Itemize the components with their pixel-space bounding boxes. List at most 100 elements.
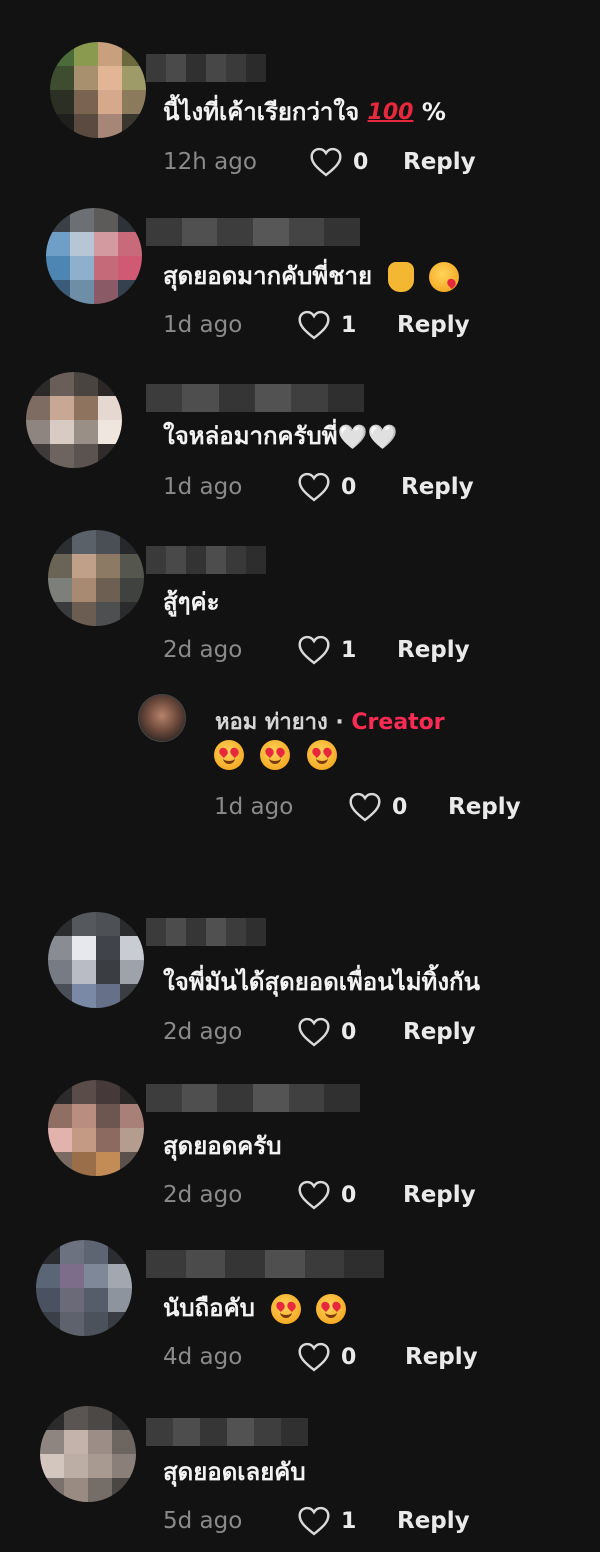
name-blur-block: [344, 1250, 385, 1278]
avatar-pixel: [96, 960, 120, 984]
avatar-pixel: [120, 960, 144, 984]
avatar-pixel: [48, 1128, 72, 1152]
avatar-pixel: [50, 90, 74, 114]
timestamp: 2d ago: [163, 637, 243, 663]
avatar-pixel: [72, 530, 96, 554]
reply-button[interactable]: Reply: [397, 1508, 470, 1534]
reply-button[interactable]: Reply: [448, 794, 521, 820]
avatar[interactable]: [26, 372, 122, 468]
heart-icon[interactable]: [297, 1342, 331, 1372]
name-blur-block: [206, 546, 226, 574]
reply-button[interactable]: Reply: [403, 1019, 476, 1045]
avatar-pixel: [96, 1080, 120, 1104]
name-blur-block: [181, 218, 218, 246]
avatar-pixel: [70, 256, 94, 280]
like-button[interactable]: 0: [309, 147, 409, 177]
creator-name[interactable]: หอม ท่ายาง: [215, 710, 328, 735]
reply-button[interactable]: Reply: [397, 312, 470, 338]
name-blur-block: [206, 918, 226, 946]
username-blurred[interactable]: [146, 918, 266, 946]
reply-button[interactable]: Reply: [403, 1182, 476, 1208]
avatar-pixel: [98, 444, 122, 468]
avatar-pixel: [40, 1430, 64, 1454]
username-blurred[interactable]: [146, 218, 361, 246]
heart-icon[interactable]: [297, 1506, 331, 1536]
avatar[interactable]: [48, 1080, 144, 1176]
like-count: 1: [341, 312, 357, 338]
like-button[interactable]: 1: [297, 310, 397, 340]
comment-text-body: นับถือคับ: [163, 1294, 255, 1322]
reply-button[interactable]: Reply: [401, 474, 474, 500]
percent-suffix: %: [421, 98, 446, 126]
like-count: 0: [341, 1019, 357, 1045]
avatar[interactable]: [40, 1406, 136, 1502]
avatar-pixel: [72, 1080, 96, 1104]
name-blur-block: [182, 384, 219, 412]
avatar-pixel: [72, 936, 96, 960]
comment-text: ใจหล่อมากครับพี่🤍🤍: [163, 420, 397, 453]
avatar-pixel: [84, 1288, 108, 1312]
name-blur-block: [146, 546, 166, 574]
heart-icon[interactable]: [297, 310, 331, 340]
avatar[interactable]: [46, 208, 142, 304]
reply-button[interactable]: Reply: [397, 637, 470, 663]
comment-meta: 5d ago 1 Reply: [163, 1504, 470, 1538]
username-blurred[interactable]: [146, 384, 364, 412]
heart-icon[interactable]: [297, 635, 331, 665]
like-button[interactable]: 0: [297, 1017, 397, 1047]
name-blur-block: [254, 384, 292, 412]
name-blur-block: [217, 218, 254, 246]
heart-icon[interactable]: [297, 1017, 331, 1047]
avatar-pixel: [46, 208, 70, 232]
like-count: 0: [341, 1182, 357, 1208]
avatar-pixel: [60, 1312, 84, 1336]
username-blurred[interactable]: [146, 1084, 361, 1112]
name-blur-block: [281, 1418, 308, 1446]
like-button[interactable]: 0: [297, 1342, 397, 1372]
avatar-pixel: [72, 554, 96, 578]
comment-text-body: ใจพี่มันได้สุดยอดเพื่อนไม่ทิ้งกัน: [163, 968, 480, 996]
name-blur-block: [265, 1250, 305, 1278]
reply-button[interactable]: Reply: [403, 149, 476, 175]
comment-meta: 2d ago 1 Reply: [163, 633, 470, 667]
heart-icon[interactable]: [297, 472, 331, 502]
creator-name-line: หอม ท่ายาง · Creator: [215, 704, 445, 739]
avatar-pixel: [108, 1264, 132, 1288]
like-button[interactable]: 0: [297, 472, 397, 502]
comment-text: นี้ไงที่เค้าเรียกว่าใจ 100 %: [163, 96, 446, 129]
name-blur-block: [166, 54, 186, 82]
username-blurred[interactable]: [146, 546, 266, 574]
avatar-pixel: [112, 1478, 136, 1502]
name-blur-block: [146, 1418, 173, 1446]
avatar-pixel: [74, 90, 98, 114]
hundred-points-icon: 100: [367, 100, 414, 125]
avatar-pixel: [112, 1430, 136, 1454]
avatar-pixel: [72, 1128, 96, 1152]
like-button[interactable]: 0: [348, 792, 448, 822]
like-button[interactable]: 1: [297, 1506, 397, 1536]
avatar[interactable]: [36, 1240, 132, 1336]
username-blurred[interactable]: [146, 1418, 308, 1446]
creator-avatar[interactable]: [138, 694, 186, 742]
heart-icon[interactable]: [348, 792, 382, 822]
avatar-pixel: [112, 1406, 136, 1430]
timestamp: 5d ago: [163, 1508, 243, 1534]
avatar[interactable]: [48, 912, 144, 1008]
avatar-pixel: [60, 1240, 84, 1264]
avatar[interactable]: [48, 530, 144, 626]
heart-icon[interactable]: [309, 147, 343, 177]
heart-icon[interactable]: [297, 1180, 331, 1210]
name-blur-block: [246, 54, 266, 82]
reply-button[interactable]: Reply: [405, 1344, 478, 1370]
like-button[interactable]: 1: [297, 635, 397, 665]
avatar[interactable]: [50, 42, 146, 138]
avatar-pixel: [50, 396, 74, 420]
avatar-pixel: [120, 530, 144, 554]
like-button[interactable]: 0: [297, 1180, 397, 1210]
avatar-pixel: [74, 372, 98, 396]
username-blurred[interactable]: [146, 1250, 385, 1278]
avatar-pixel: [120, 1104, 144, 1128]
avatar-pixel: [96, 578, 120, 602]
avatar-pixel: [120, 1128, 144, 1152]
username-blurred[interactable]: [146, 54, 266, 82]
